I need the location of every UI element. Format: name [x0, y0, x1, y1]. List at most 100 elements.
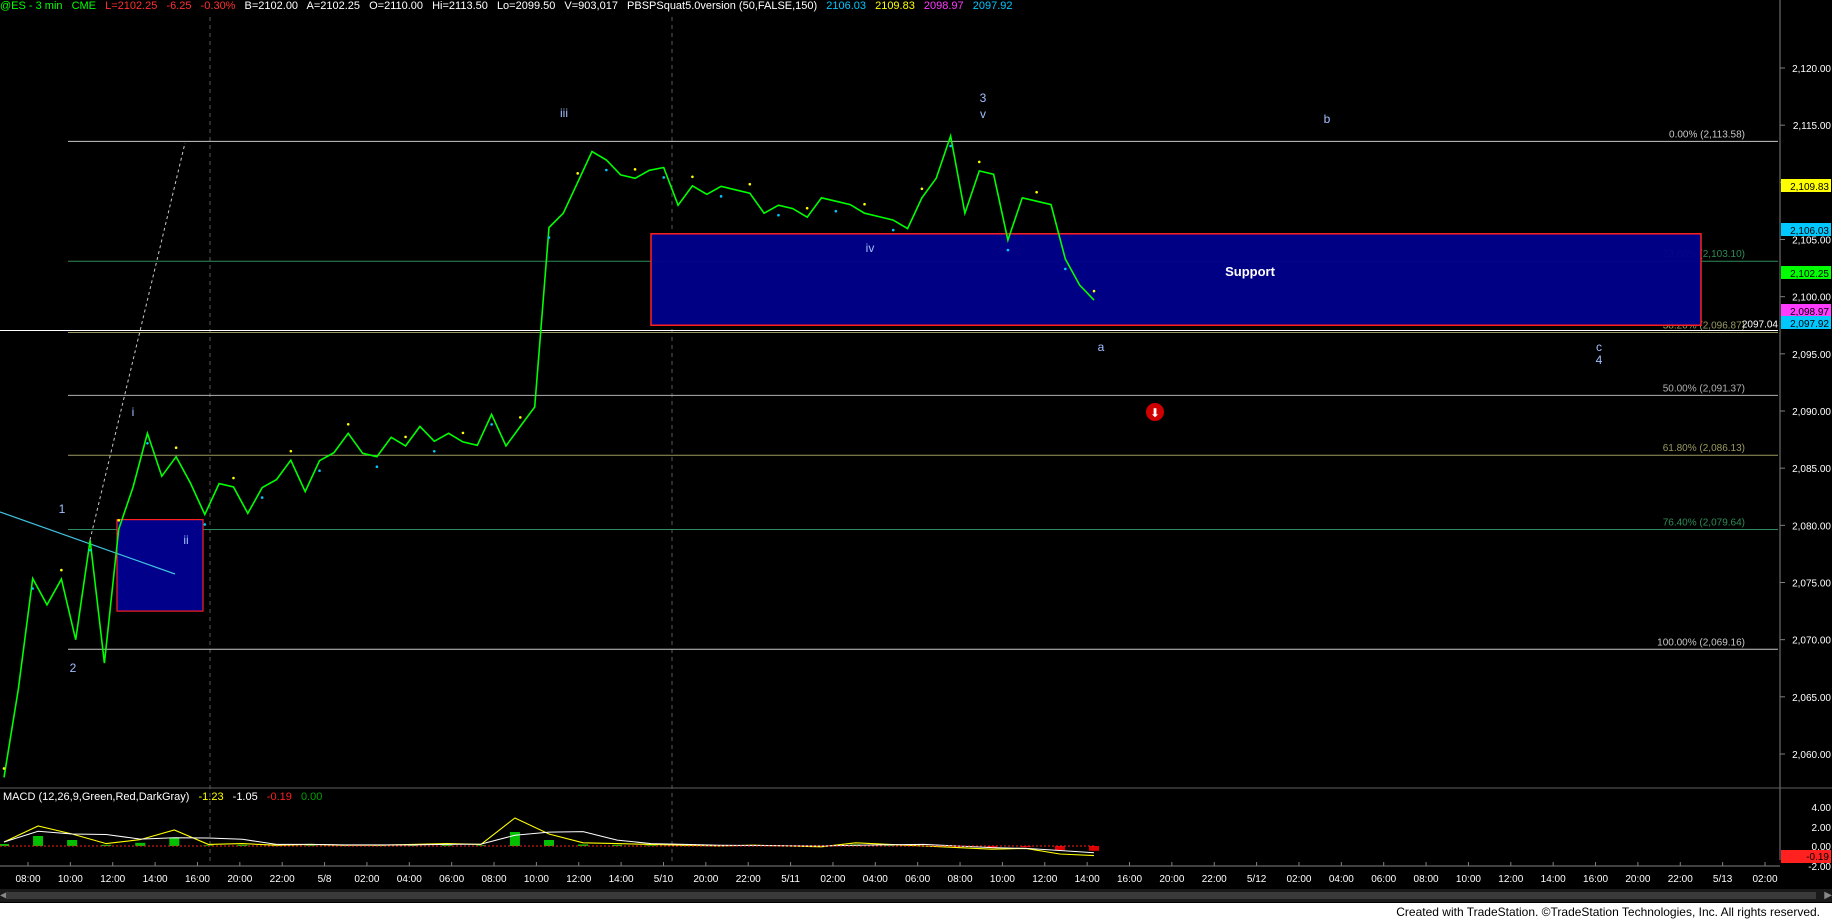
indicator-dot [289, 449, 293, 453]
indicator-dot [404, 435, 407, 439]
fib-level-label: 61.80% (2,086.13) [1663, 443, 1745, 454]
scroll-right-icon[interactable]: ▶ [1824, 890, 1832, 901]
macd-histogram-bar [33, 836, 44, 846]
indicator-dot [346, 422, 350, 426]
indicator-dot [60, 568, 63, 572]
wave-ii-box [116, 519, 204, 612]
indicator-dot [375, 465, 379, 469]
time-tick-label: 04:00 [1329, 874, 1354, 885]
indicator-dot [1064, 267, 1067, 271]
time-tick-label: 16:00 [1583, 874, 1608, 885]
macd-histogram-bar [578, 844, 589, 846]
indicator-value: 2106.03 [826, 0, 867, 12]
indicator-dot [691, 175, 694, 179]
indicator-dot [662, 176, 666, 179]
time-tick-label: 02:00 [1286, 874, 1311, 885]
time-tick-label: 12:00 [100, 874, 125, 885]
indicator-dot [863, 202, 866, 206]
price-tick-label: 2,075.00 [1792, 579, 1831, 590]
indicator-dot [977, 160, 981, 164]
macd-histogram-bar [441, 844, 452, 846]
time-tick-label: 04:00 [397, 874, 422, 885]
indicator-dot [1006, 248, 1010, 252]
last-price: L=2102.25 [105, 0, 158, 12]
macd-histogram-bar [169, 838, 180, 846]
time-tick-label: 12:00 [566, 874, 591, 885]
indicator-dot [146, 441, 149, 445]
wave-label: a [1098, 340, 1105, 354]
indicator-dot [31, 587, 34, 590]
high-price: Hi=2113.50 [432, 0, 488, 12]
change-value: -6.25 [166, 0, 192, 12]
time-tick-label: 14:00 [1075, 874, 1100, 885]
fib-level-label: 0.00% (2,113.58) [1669, 129, 1745, 140]
fib-level-label: 76.40% (2,079.64) [1663, 517, 1745, 528]
ask-price: A=2102.25 [306, 0, 361, 12]
price-tag-label: 2,109.83 [1790, 182, 1829, 193]
time-tick-label: 5/13 [1713, 874, 1733, 885]
price-tag-label: 2,102.25 [1790, 269, 1829, 280]
wave-label: 3 [980, 91, 987, 105]
indicator-dot [891, 228, 895, 232]
time-tick-label: 10:00 [58, 874, 83, 885]
symbol-label[interactable]: @ES - 3 min [0, 0, 63, 12]
time-tick-label: 14:00 [143, 874, 168, 885]
fib-level-label: 100.00% (2,069.16) [1657, 637, 1745, 648]
price-tick-label: 2,090.00 [1792, 407, 1831, 418]
indicator-dot [748, 182, 752, 186]
time-tick-label: 06:00 [1371, 874, 1396, 885]
indicator-dot [1035, 190, 1038, 194]
volume-value: V=903,017 [564, 0, 618, 12]
time-tick-label: 02:00 [1752, 874, 1777, 885]
time-tick-label: 06:00 [439, 874, 464, 885]
price-tick-label: 2,080.00 [1792, 521, 1831, 532]
indicator-dot [519, 416, 522, 419]
time-tick-label: 12:00 [1498, 874, 1523, 885]
price-tick-label: 2,085.00 [1792, 464, 1831, 475]
indicator-dot [805, 206, 809, 210]
open-price: O=2110.00 [369, 0, 424, 12]
wave-label: c [1596, 340, 1602, 354]
indicator-dot [834, 209, 838, 213]
indicator-dot [232, 476, 235, 480]
time-tick-label: 20:00 [1159, 874, 1184, 885]
indicator-label[interactable]: PBSPSquat5.0version (50,FALSE,150) [627, 0, 817, 12]
price-tick-label: 2,060.00 [1792, 750, 1831, 761]
macd-last-tag-label: -0.19 [1806, 852, 1829, 863]
price-chart[interactable]: 0.00% (2,113.58)23.60% (2,103.10)38.20% … [0, 0, 1832, 889]
time-tick-label: 08:00 [1414, 874, 1439, 885]
fib-level-label: 50.00% (2,091.37) [1663, 383, 1745, 394]
macd-histogram-bar [305, 845, 316, 846]
change-pct: -0.30% [200, 0, 236, 12]
price-tick-label: 2,100.00 [1792, 293, 1831, 304]
projection-line [89, 142, 186, 541]
support-zone [650, 233, 1702, 327]
wave-label: 1 [59, 502, 66, 516]
indicator-dot [88, 548, 92, 552]
time-tick-label: 5/10 [654, 874, 674, 885]
horizontal-scrollbar[interactable]: ◀ ▶ [0, 889, 1832, 902]
time-tick-label: 5/12 [1247, 874, 1267, 885]
wave-label: iii [560, 106, 568, 120]
macd-value: -1.23 [198, 791, 224, 803]
indicator-value: 2098.97 [923, 0, 964, 12]
price-tick-label: 2,065.00 [1792, 693, 1831, 704]
macd-value: -0.19 [266, 791, 292, 803]
scrollbar-thumb[interactable] [6, 892, 1816, 899]
time-tick-label: 08:00 [482, 874, 507, 885]
time-tick-label: 16:00 [185, 874, 210, 885]
time-tick-label: 14:00 [1541, 874, 1566, 885]
macd-label[interactable]: MACD (12,26,9,Green,Red,DarkGray) [3, 791, 189, 803]
time-tick-label: 10:00 [1456, 874, 1481, 885]
indicator-dot [174, 446, 178, 450]
time-tick-label: 20:00 [227, 874, 252, 885]
macd-histogram-bar [646, 845, 657, 846]
indicator-dot [203, 523, 207, 526]
time-tick-label: 14:00 [609, 874, 634, 885]
sell-signal-arrow: ⬇ [1150, 406, 1160, 420]
macd-histogram-bar [544, 840, 554, 846]
indicator-dot [490, 423, 493, 426]
wave-label: v [980, 107, 986, 121]
time-tick-label: 5/8 [318, 874, 332, 885]
time-tick-label: 22:00 [270, 874, 295, 885]
